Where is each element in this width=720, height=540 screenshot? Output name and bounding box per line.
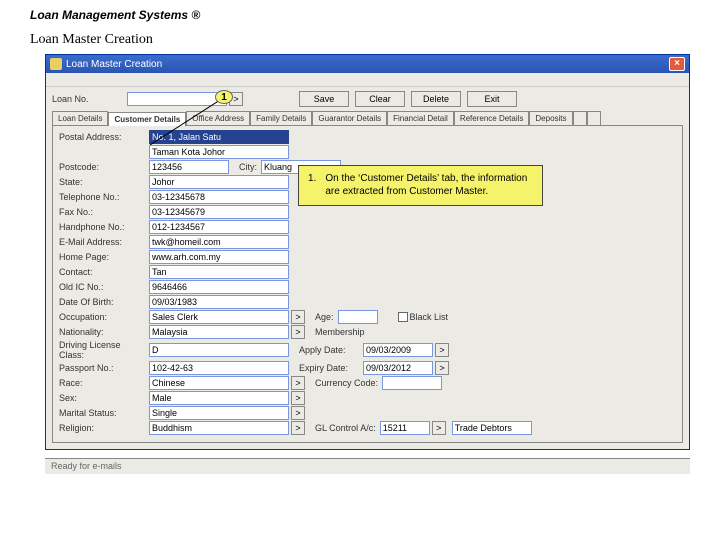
race-input[interactable] — [149, 376, 289, 390]
doc-title: Loan Management Systems ® — [0, 0, 720, 26]
email-input[interactable] — [149, 235, 289, 249]
age-label: Age: — [315, 312, 334, 322]
sex-input[interactable] — [149, 391, 289, 405]
contact-label: Contact: — [59, 267, 149, 277]
passport-input[interactable] — [149, 361, 289, 375]
nationality-label: Nationality: — [59, 327, 149, 337]
race-label: Race: — [59, 378, 149, 388]
glcontrol-lookup-button[interactable]: > — [432, 421, 446, 435]
nationality-lookup-button[interactable]: > — [291, 325, 305, 339]
dob-input[interactable] — [149, 295, 289, 309]
marital-label: Marital Status: — [59, 408, 149, 418]
annotation-num: 1. — [307, 172, 322, 199]
close-button[interactable]: × — [669, 57, 685, 71]
fax-input[interactable] — [149, 205, 289, 219]
annotation-callout: 1. On the ‘Customer Details’ tab, the in… — [298, 165, 543, 206]
apply-date-input[interactable] — [363, 343, 433, 357]
occupation-label: Occupation: — [59, 312, 149, 322]
tab-deposits[interactable]: Deposits — [529, 111, 572, 125]
app-window: Loan Master Creation × Loan No. > Save C… — [45, 54, 690, 450]
window-title: Loan Master Creation — [66, 59, 162, 70]
telephone-input[interactable] — [149, 190, 289, 204]
blacklist-label: Black List — [410, 312, 449, 322]
blacklist-checkbox[interactable] — [398, 312, 408, 322]
telephone-label: Telephone No.: — [59, 192, 149, 202]
race-lookup-button[interactable]: > — [291, 376, 305, 390]
city-label: City: — [239, 162, 257, 172]
currency-label: Currency Code: — [315, 378, 378, 388]
tab-guarantor-details[interactable]: Guarantor Details — [312, 111, 387, 125]
tab-blank-1[interactable] — [573, 111, 587, 125]
occupation-input[interactable] — [149, 310, 289, 324]
loan-no-label: Loan No. — [52, 94, 127, 104]
handphone-label: Handphone No.: — [59, 222, 149, 232]
app-icon — [50, 58, 62, 70]
exit-button[interactable]: Exit — [467, 91, 517, 107]
tab-loan-details[interactable]: Loan Details — [52, 111, 108, 125]
glcontrol-desc-input — [452, 421, 532, 435]
state-label: State: — [59, 177, 149, 187]
handphone-input[interactable] — [149, 220, 289, 234]
contact-input[interactable] — [149, 265, 289, 279]
nationality-input[interactable] — [149, 325, 289, 339]
homepage-label: Home Page: — [59, 252, 149, 262]
membership-label: Membership — [315, 327, 365, 337]
dob-label: Date Of Birth: — [59, 297, 149, 307]
tab-family-details[interactable]: Family Details — [250, 111, 312, 125]
postal-address-label: Postal Address: — [59, 132, 149, 142]
glcontrol-label: GL Control A/c: — [315, 423, 376, 433]
annotation-line — [150, 100, 220, 140]
glcontrol-input[interactable] — [380, 421, 430, 435]
delete-button[interactable]: Delete — [411, 91, 461, 107]
oldic-label: Old IC No.: — [59, 282, 149, 292]
tabstrip: Loan Details Customer Details Office Add… — [52, 111, 683, 126]
doc-subtitle: Loan Master Creation — [0, 26, 720, 54]
religion-label: Religion: — [59, 423, 149, 433]
marital-input[interactable] — [149, 406, 289, 420]
passport-label: Passport No.: — [59, 363, 149, 373]
state-input[interactable] — [149, 175, 289, 189]
expiry-date-input[interactable] — [363, 361, 433, 375]
statusbar: Ready for e-mails — [45, 458, 690, 474]
religion-input[interactable] — [149, 421, 289, 435]
annotation-badge: 1 — [215, 90, 233, 104]
age-input[interactable] — [338, 310, 378, 324]
email-label: E-Mail Address: — [59, 237, 149, 247]
menubar — [46, 73, 689, 87]
occupation-lookup-button[interactable]: > — [291, 310, 305, 324]
sex-label: Sex: — [59, 393, 149, 403]
oldic-input[interactable] — [149, 280, 289, 294]
save-button[interactable]: Save — [299, 91, 349, 107]
marital-lookup-button[interactable]: > — [291, 406, 305, 420]
titlebar: Loan Master Creation × — [46, 55, 689, 73]
currency-input[interactable] — [382, 376, 442, 390]
fax-label: Fax No.: — [59, 207, 149, 217]
tab-reference-details[interactable]: Reference Details — [454, 111, 530, 125]
postal-line2-input[interactable] — [149, 145, 289, 159]
homepage-input[interactable] — [149, 250, 289, 264]
sex-lookup-button[interactable]: > — [291, 391, 305, 405]
postcode-input[interactable] — [149, 160, 229, 174]
tab-financial-detail[interactable]: Financial Detail — [387, 111, 454, 125]
postcode-label: Postcode: — [59, 162, 149, 172]
expiry-date-lookup-button[interactable]: > — [435, 361, 449, 375]
expiry-date-label: Expiry Date: — [299, 363, 359, 373]
license-label: Driving License Class: — [59, 340, 149, 360]
clear-button[interactable]: Clear — [355, 91, 405, 107]
annotation-text: On the ‘Customer Details’ tab, the infor… — [324, 172, 534, 199]
apply-date-label: Apply Date: — [299, 345, 359, 355]
license-input[interactable] — [149, 343, 289, 357]
tab-blank-2[interactable] — [587, 111, 601, 125]
apply-date-lookup-button[interactable]: > — [435, 343, 449, 357]
religion-lookup-button[interactable]: > — [291, 421, 305, 435]
